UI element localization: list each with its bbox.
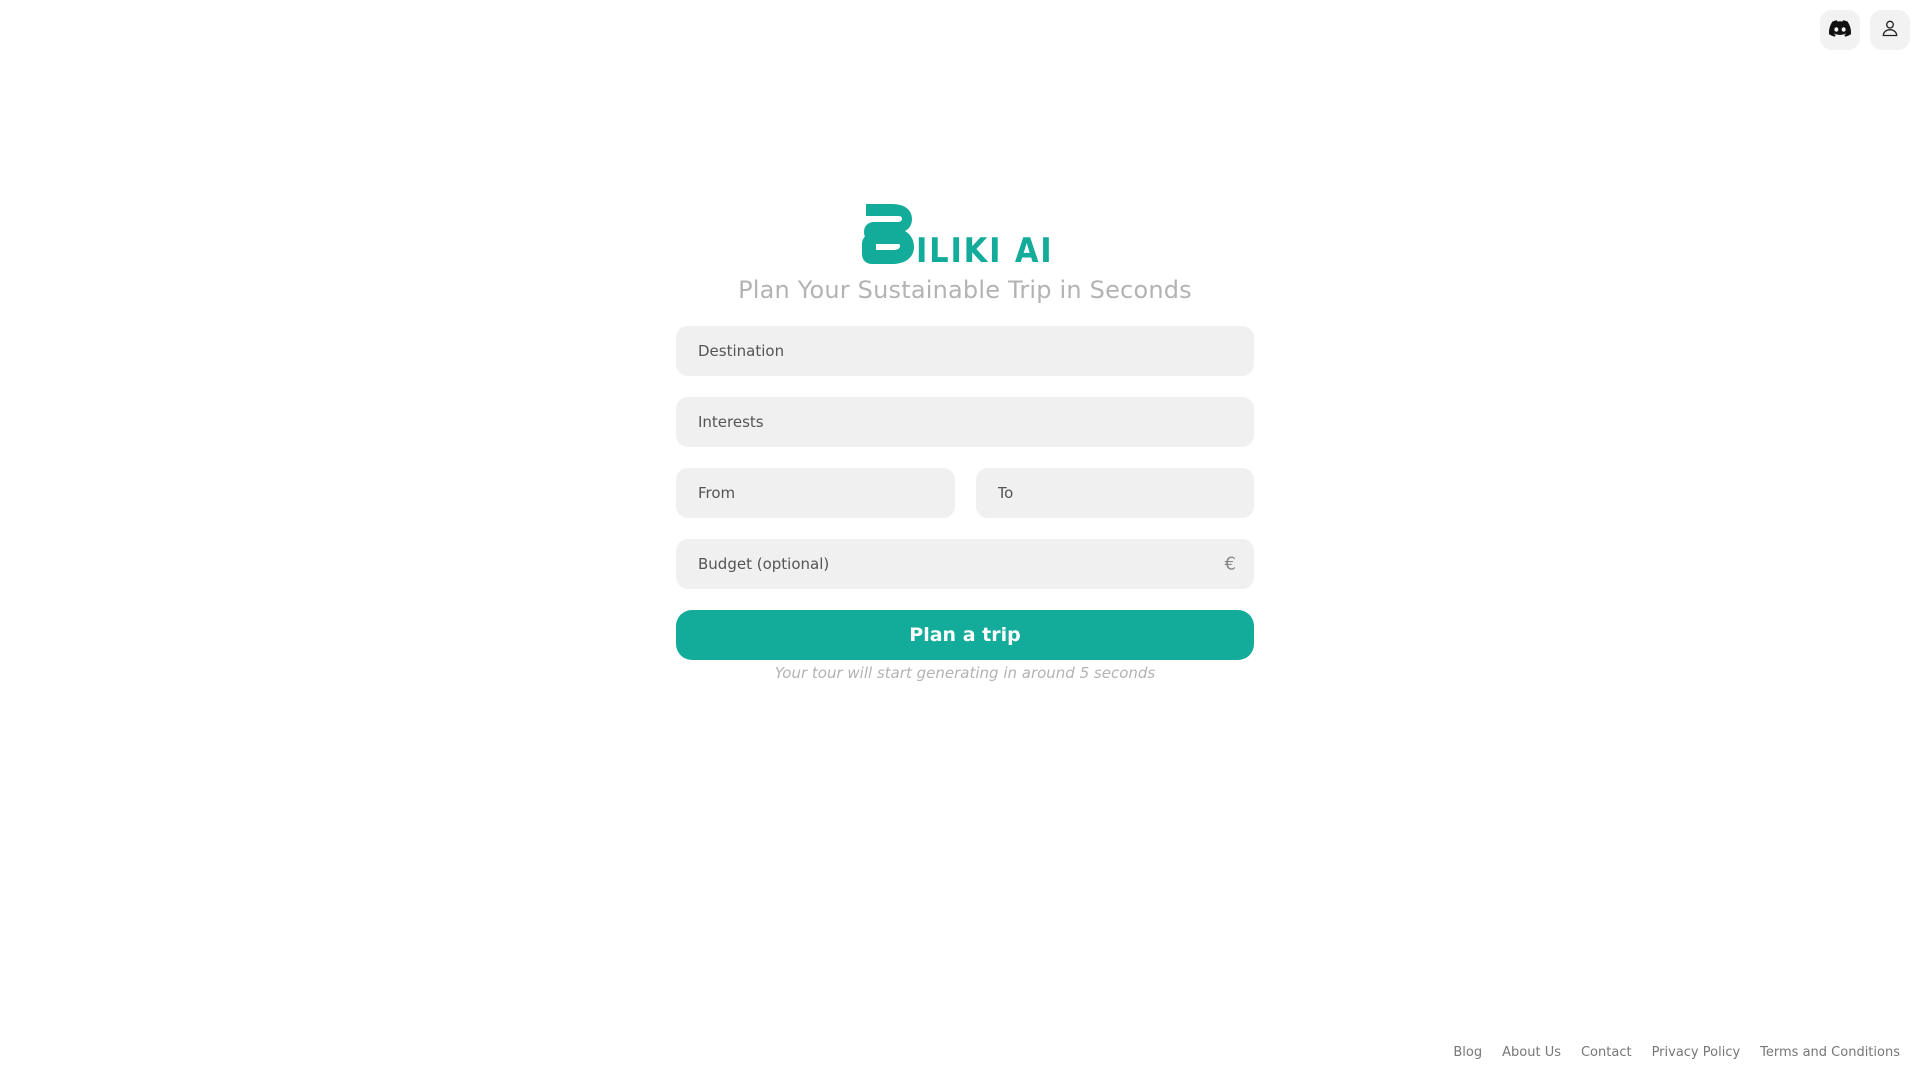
discord-icon — [1829, 19, 1852, 41]
from-field[interactable] — [676, 468, 955, 518]
page-subtitle: Plan Your Sustainable Trip in Seconds — [738, 276, 1192, 304]
interests-input[interactable] — [696, 412, 1234, 432]
generation-hint: Your tour will start generating in aroun… — [774, 664, 1156, 682]
plan-trip-button[interactable]: Plan a trip — [676, 610, 1254, 660]
budget-field[interactable]: € — [676, 539, 1254, 589]
footer: Blog About Us Contact Privacy Policy Ter… — [1453, 1045, 1900, 1060]
user-icon — [1880, 18, 1900, 42]
top-icons — [1820, 10, 1910, 50]
destination-input[interactable] — [696, 341, 1234, 361]
to-date-input[interactable] — [995, 483, 1234, 503]
footer-link-blog[interactable]: Blog — [1453, 1045, 1482, 1060]
logo: ILIKI AI — [676, 204, 1254, 271]
interests-field[interactable] — [676, 397, 1254, 447]
date-row — [676, 468, 1254, 518]
trip-form: € Plan a trip — [676, 326, 1254, 660]
destination-field[interactable] — [676, 326, 1254, 376]
logo-b-icon — [861, 204, 914, 268]
euro-icon: € — [1224, 553, 1236, 575]
to-field[interactable] — [975, 468, 1254, 518]
budget-input[interactable] — [696, 554, 1234, 574]
footer-link-contact[interactable]: Contact — [1581, 1045, 1632, 1060]
planner: ILIKI AI Plan Your Sustainable Trip in S… — [676, 204, 1254, 682]
footer-link-about-us[interactable]: About Us — [1502, 1045, 1561, 1060]
user-button[interactable] — [1870, 10, 1910, 50]
footer-link-privacy-policy[interactable]: Privacy Policy — [1652, 1045, 1741, 1060]
logo-text: ILIKI AI — [915, 231, 1054, 271]
footer-link-terms[interactable]: Terms and Conditions — [1760, 1045, 1900, 1060]
from-date-input[interactable] — [696, 483, 935, 503]
discord-button[interactable] — [1820, 10, 1860, 50]
